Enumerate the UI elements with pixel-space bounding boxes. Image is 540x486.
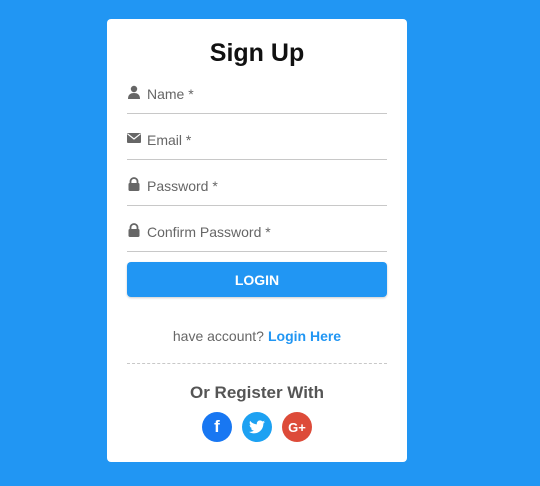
- account-prompt: have account? Login Here: [107, 328, 407, 344]
- login-button[interactable]: LOGIN: [127, 262, 387, 297]
- password-input[interactable]: [147, 170, 385, 202]
- twitter-button[interactable]: [242, 412, 272, 442]
- page-title: Sign Up: [209, 39, 305, 67]
- lock-icon: [128, 223, 140, 237]
- lock-icon: [128, 177, 140, 191]
- envelope-icon: [127, 133, 141, 143]
- google-plus-button[interactable]: G+: [282, 412, 312, 442]
- social-buttons: f G+: [202, 412, 312, 442]
- user-icon: [128, 85, 140, 99]
- password-field-row: [127, 170, 387, 206]
- facebook-button[interactable]: f: [202, 412, 232, 442]
- login-here-link[interactable]: Login Here: [268, 328, 341, 344]
- name-input[interactable]: [147, 78, 385, 110]
- email-field-row: [127, 124, 387, 160]
- email-input[interactable]: [147, 124, 385, 156]
- account-text: have account?: [172, 328, 264, 344]
- or-register-heading: Or Register With: [190, 383, 324, 402]
- google-plus-icon: G+: [288, 419, 306, 435]
- name-field-row: [127, 78, 387, 114]
- facebook-icon: f: [214, 417, 220, 436]
- confirm-password-field-row: [127, 216, 387, 252]
- confirm-password-input[interactable]: [147, 216, 385, 248]
- divider: [127, 363, 387, 364]
- twitter-icon: [249, 420, 265, 434]
- signup-card: Sign Up LOGIN have account?Login Here: [107, 19, 407, 462]
